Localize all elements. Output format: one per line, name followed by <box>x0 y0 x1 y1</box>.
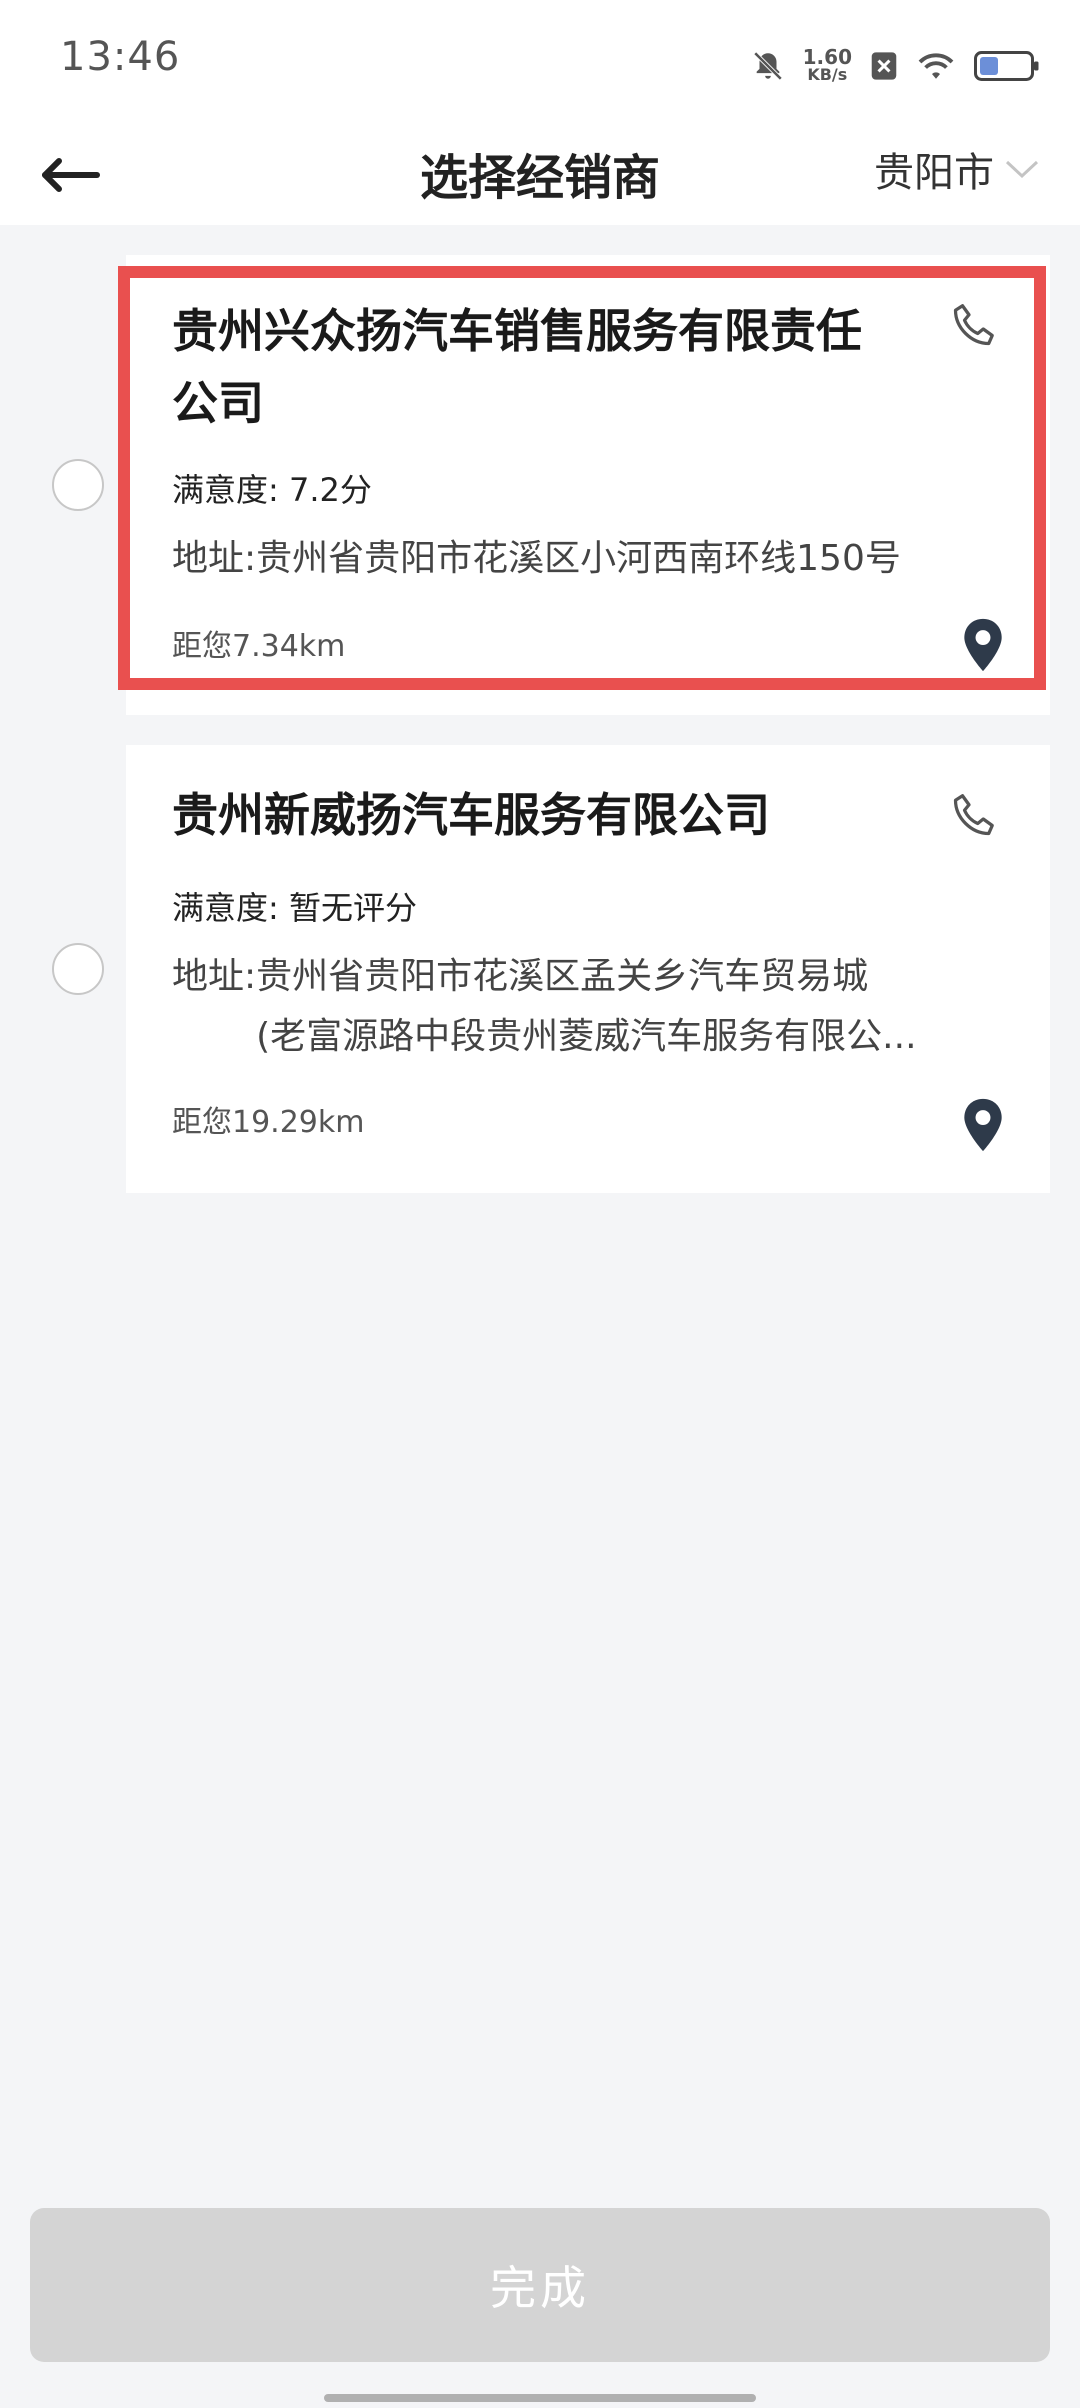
map-pin-icon[interactable] <box>960 617 1006 673</box>
chevron-down-icon <box>1005 160 1039 179</box>
dealer-radio[interactable] <box>52 943 104 995</box>
bell-off-icon <box>753 51 782 81</box>
dealer-name: 贵州新威扬汽车服务有限公司 <box>172 779 930 851</box>
dealer-rating: 满意度: 7.2分 <box>172 465 372 511</box>
phone-icon[interactable] <box>946 787 1006 847</box>
home-indicator[interactable] <box>324 2394 756 2402</box>
city-selector[interactable]: 贵阳市 <box>874 140 1040 198</box>
header: 选择经销商 贵阳市 <box>0 120 1080 225</box>
dealer-card[interactable]: 贵州兴众扬汽车销售服务有限责任 公司 满意度: 7.2分 地址: 贵州省贵阳市花… <box>126 255 1050 715</box>
rating-value: 暂无评分 <box>288 889 417 927</box>
net-speed-unit: KB/s <box>807 65 848 84</box>
address-line2: (老富源路中段贵州菱威汽车服务有限公... <box>256 1016 917 1057</box>
address-value: 贵州省贵阳市花溪区小河西南环线150号 <box>256 529 992 589</box>
address-line1: 贵州省贵阳市花溪区孟关乡汽车贸易城 <box>256 956 869 997</box>
dealer-name: 贵州兴众扬汽车销售服务有限责任 公司 <box>172 295 930 439</box>
status-icons: 1.60 KB/s <box>751 36 1040 96</box>
rating-label: 满意度: <box>172 889 279 927</box>
net-speed: 1.60 KB/s <box>802 45 852 84</box>
dealer-row: 贵州兴众扬汽车销售服务有限责任 公司 满意度: 7.2分 地址: 贵州省贵阳市花… <box>0 255 1080 715</box>
dealer-radio[interactable] <box>52 459 104 511</box>
net-speed-value: 1.60 <box>802 45 852 69</box>
rating-label: 满意度: <box>172 471 279 509</box>
dealer-name-line2: 公司 <box>172 376 264 430</box>
address-label: 地址: <box>172 956 257 997</box>
done-button[interactable]: 完成 <box>30 2208 1050 2362</box>
city-label: 贵阳市 <box>874 150 994 196</box>
sim-blocked-icon <box>871 52 897 80</box>
status-time: 13:46 <box>60 34 181 80</box>
dealer-name-line1: 贵州新威扬汽车服务有限公司 <box>172 788 770 842</box>
phone-icon[interactable] <box>946 297 1006 357</box>
address-value: 贵州省贵阳市花溪区孟关乡汽车贸易城 (老富源路中段贵州菱威汽车服务有限公... <box>256 947 992 1067</box>
dealer-address: 地址: 贵州省贵阳市花溪区孟关乡汽车贸易城 (老富源路中段贵州菱威汽车服务有限公… <box>172 947 992 1067</box>
dealer-card[interactable]: 贵州新威扬汽车服务有限公司 满意度: 暂无评分 地址: 贵州省贵阳市花溪区孟关乡… <box>126 745 1050 1193</box>
wifi-icon <box>918 53 954 79</box>
dealer-distance: 距您19.29km <box>172 1105 365 1140</box>
dealer-rating: 满意度: 暂无评分 <box>172 883 417 929</box>
battery-icon <box>974 51 1039 81</box>
address-line1: 贵州省贵阳市花溪区小河西南环线150号 <box>256 538 901 579</box>
rating-value: 7.2分 <box>288 471 372 509</box>
dealer-name-line1: 贵州兴众扬汽车销售服务有限责任 <box>172 304 862 358</box>
dealer-distance: 距您7.34km <box>172 629 346 664</box>
map-pin-icon[interactable] <box>960 1097 1006 1153</box>
dealer-address: 地址: 贵州省贵阳市花溪区小河西南环线150号 <box>172 529 992 589</box>
status-bar: 13:46 1.60 KB/s <box>0 0 1080 120</box>
address-label: 地址: <box>172 538 257 579</box>
dealer-row: 贵州新威扬汽车服务有限公司 满意度: 暂无评分 地址: 贵州省贵阳市花溪区孟关乡… <box>0 745 1080 1193</box>
